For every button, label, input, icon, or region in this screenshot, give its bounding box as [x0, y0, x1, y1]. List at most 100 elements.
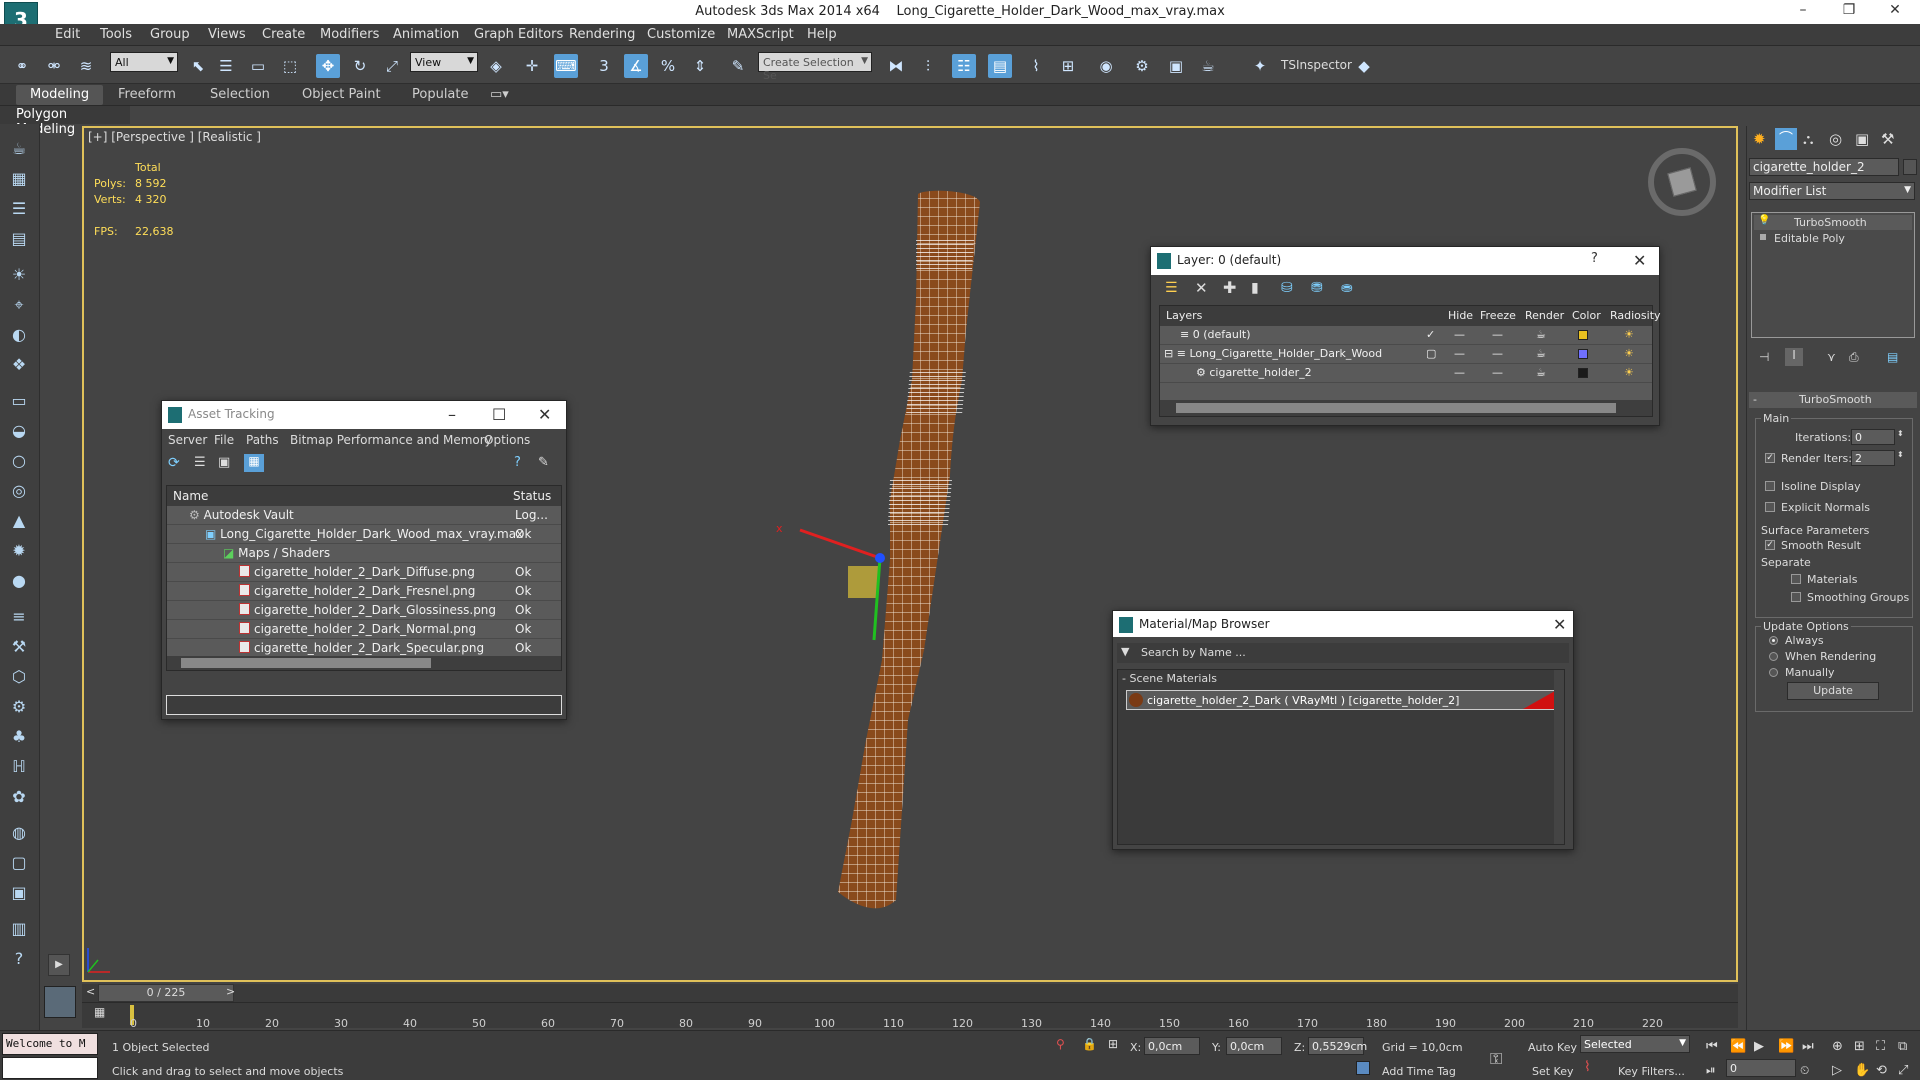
gizmo-plane-handle[interactable]: [848, 566, 878, 598]
remove-modifier-icon[interactable]: ⎙: [1849, 350, 1859, 365]
dome-icon[interactable]: ◒: [8, 420, 30, 442]
key-mode-dropdown[interactable]: Selected ▼: [1580, 1035, 1690, 1053]
when-rendering-radio[interactable]: [1769, 652, 1778, 661]
select-by-name-icon[interactable]: ☰: [214, 54, 238, 78]
cone-icon[interactable]: ▲: [8, 510, 30, 532]
bind-spacewarp-icon[interactable]: ≋: [74, 54, 98, 78]
torus-icon[interactable]: ◎: [8, 480, 30, 502]
rect-selection-icon[interactable]: ▭: [246, 54, 270, 78]
auto-key-button[interactable]: Auto Key: [1528, 1041, 1577, 1054]
menu-bitmap-performance[interactable]: Bitmap Performance and Memory: [290, 433, 492, 447]
scrollbar-thumb[interactable]: [1176, 403, 1616, 413]
layer-color-swatch[interactable]: [1578, 349, 1588, 359]
motion-tab-icon[interactable]: ◎: [1829, 130, 1842, 148]
search-input[interactable]: Search by Name ...: [1141, 646, 1246, 659]
smoothing-groups-checkbox[interactable]: [1791, 592, 1801, 602]
vertical-scrollbar[interactable]: [1554, 670, 1564, 844]
menu-create[interactable]: Create: [262, 27, 305, 42]
time-config-icon[interactable]: ⏲: [1800, 1063, 1809, 1078]
rotate-icon[interactable]: ↻: [348, 54, 372, 78]
box-icon[interactable]: ▭: [8, 390, 30, 412]
highlight-layer-icon[interactable]: ⛁: [1281, 280, 1293, 296]
menu-tools[interactable]: Tools: [100, 27, 132, 42]
schematic-view-icon[interactable]: ⊞: [1056, 54, 1080, 78]
column-hide[interactable]: Hide: [1448, 309, 1473, 322]
menu-maxscript[interactable]: MAXScript: [727, 27, 794, 42]
freeze-toggle[interactable]: —: [1492, 328, 1503, 341]
create-tab-icon[interactable]: ✹: [1753, 130, 1766, 148]
keyboard-shortcut-icon[interactable]: ⌨: [554, 54, 578, 78]
column-color[interactable]: Color: [1572, 309, 1601, 322]
close-button[interactable]: ✕: [1553, 615, 1566, 634]
list-view-icon[interactable]: ☰: [194, 455, 206, 470]
menu-views[interactable]: Views: [208, 27, 246, 42]
turbosmooth-rollout-header[interactable]: - TurboSmooth: [1749, 392, 1917, 408]
stairs-icon[interactable]: ≡: [8, 606, 30, 628]
x-coordinate-field[interactable]: 0,0cm: [1144, 1037, 1200, 1055]
options-icon[interactable]: ✎: [538, 455, 549, 470]
ribbon-options-icon[interactable]: ▭▾: [490, 87, 509, 102]
close-button[interactable]: ✕: [538, 405, 551, 424]
select-objects-icon[interactable]: ▮: [1251, 280, 1259, 296]
isoline-display-checkbox[interactable]: [1765, 481, 1775, 491]
lightbulb-icon[interactable]: 💡: [1758, 215, 1770, 226]
menu-paths[interactable]: Paths: [246, 433, 279, 447]
window-crossing-icon[interactable]: ⬚: [278, 54, 302, 78]
freeze-all-icon[interactable]: ⛂: [1341, 280, 1353, 296]
time-slider-thumb[interactable]: 0 / 225: [98, 984, 234, 1002]
spinner-snap-icon[interactable]: ⇕: [688, 54, 712, 78]
close-button[interactable]: ✕: [1633, 251, 1646, 270]
add-time-tag[interactable]: Add Time Tag: [1382, 1065, 1456, 1078]
curve-editor-icon[interactable]: ⌇: [1024, 54, 1048, 78]
explicit-normals-checkbox[interactable]: [1765, 502, 1775, 512]
play-icon[interactable]: ▶: [1754, 1039, 1764, 1054]
utilities-tab-icon[interactable]: ⚒: [1881, 130, 1894, 148]
menu-graph-editors[interactable]: Graph Editors: [474, 27, 563, 42]
prev-frame-icon[interactable]: <: [86, 985, 95, 998]
delete-layer-icon[interactable]: ✕: [1195, 279, 1208, 297]
viewcube-box[interactable]: [1667, 167, 1697, 197]
tab-modeling[interactable]: Modeling: [16, 85, 104, 105]
maximize-button[interactable]: ☐: [492, 405, 506, 424]
thumbnail-view-icon[interactable]: ▣: [218, 455, 230, 470]
spinner-arrows-icon[interactable]: ⬍: [1897, 450, 1904, 459]
pan-icon[interactable]: ✋: [1854, 1063, 1870, 1078]
light-icon[interactable]: ☀: [8, 264, 30, 286]
filmstrip-icon[interactable]: ▦: [94, 1005, 105, 1019]
mini-listener-toggle[interactable]: [44, 986, 76, 1018]
orbit-icon[interactable]: ⟲: [1876, 1063, 1887, 1078]
minimize-button[interactable]: –: [1780, 2, 1826, 18]
percent-snap-icon[interactable]: %: [656, 54, 680, 78]
render-iters-checkbox[interactable]: ✓: [1765, 453, 1775, 463]
table-row[interactable]: ▣ Long_Cigarette_Holder_Dark_Wood_max_vr…: [167, 525, 561, 544]
table-row[interactable]: cigarette_holder_2_Dark_Normal.png Ok: [167, 620, 561, 639]
manually-radio[interactable]: [1769, 668, 1778, 677]
table-row[interactable]: ◪ Maps / Shaders: [167, 544, 561, 563]
tsinspector-icon[interactable]: ✦: [1248, 54, 1272, 78]
layer-manager-icon[interactable]: ☷: [952, 54, 976, 78]
smooth-result-checkbox[interactable]: ✓: [1765, 540, 1775, 550]
display-tab-icon[interactable]: ▣: [1855, 130, 1869, 148]
document-icon[interactable]: ▢: [8, 852, 30, 874]
layer-window-titlebar[interactable]: Layer: 0 (default) ? ✕: [1151, 247, 1659, 275]
update-button[interactable]: Update: [1787, 682, 1879, 700]
show-end-result-icon[interactable]: Ⅰ: [1785, 348, 1803, 366]
render-teapot-icon[interactable]: ☕: [1536, 347, 1546, 360]
render-production-icon[interactable]: ☕: [1196, 54, 1220, 78]
column-freeze[interactable]: Freeze: [1480, 309, 1516, 322]
menu-file[interactable]: File: [214, 433, 234, 447]
diamond-icon[interactable]: ◆: [1352, 54, 1376, 78]
close-button[interactable]: ✕: [1872, 2, 1918, 18]
tab-freeform[interactable]: Freeform: [118, 87, 176, 102]
field-of-view-icon[interactable]: ▷: [1832, 1063, 1842, 1078]
tab-populate[interactable]: Populate: [412, 87, 469, 102]
zoom-extents-all-icon[interactable]: ⧉: [1898, 1039, 1907, 1054]
time-slider[interactable]: < 0 / 225 >: [82, 984, 1738, 1002]
minimize-button[interactable]: –: [448, 405, 456, 424]
edit-named-selection-icon[interactable]: ✎: [726, 54, 750, 78]
select-object-icon[interactable]: ⬉: [186, 54, 210, 78]
column-render[interactable]: Render: [1525, 309, 1564, 322]
hierarchy-tab-icon[interactable]: ⛬: [1803, 130, 1814, 148]
asset-path-field[interactable]: [166, 695, 562, 715]
curve-icon[interactable]: ⌇: [1584, 1059, 1591, 1075]
